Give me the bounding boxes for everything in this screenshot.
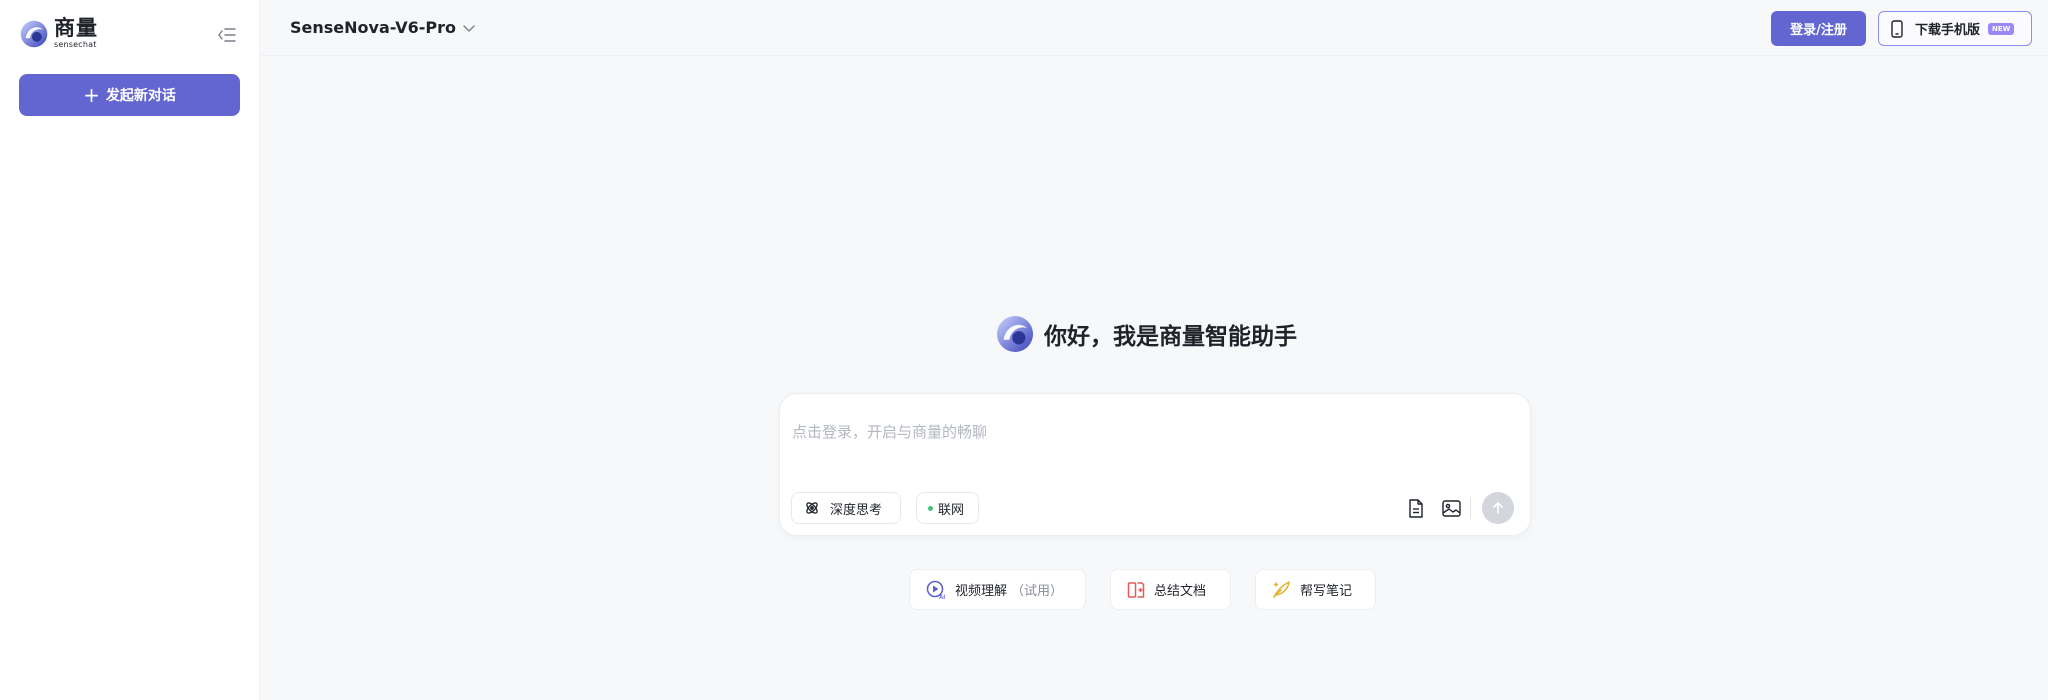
download-mobile-label: 下载手机版 <box>1915 23 1981 38</box>
suggestion-summarize-doc[interactable]: 总结文档 <box>1110 569 1231 610</box>
web-search-toggle[interactable]: 联网 <box>916 492 979 524</box>
sidebar: 商量 sensechat + 发起新对话 <box>0 0 260 700</box>
suggestion-write-notes[interactable]: 帮写笔记 <box>1255 569 1376 610</box>
status-dot-icon <box>928 505 933 511</box>
model-selector[interactable]: SenseNova-V6-Pro <box>290 18 476 37</box>
send-button[interactable] <box>1482 492 1514 524</box>
suggestion-label: 视频理解 <box>955 584 1008 599</box>
video-play-icon: AI <box>926 580 945 600</box>
file-icon <box>1409 498 1423 518</box>
brand[interactable]: 商量 sensechat <box>20 18 98 49</box>
suggestion-note: （试用） <box>1011 584 1064 599</box>
suggestion-label: 帮写笔记 <box>1300 584 1353 599</box>
sensechat-logo-icon <box>20 20 48 47</box>
new-chat-label: 发起新对话 <box>105 88 176 104</box>
greeting-text: 你好，我是商量智能助手 <box>1044 324 1297 350</box>
divider <box>1470 497 1471 519</box>
image-icon <box>1441 499 1461 517</box>
deep-think-icon <box>806 502 818 514</box>
upload-image-button[interactable] <box>1438 495 1464 521</box>
topbar: SenseNova-V6-Pro 登录/注册 下载手机版 NEW <box>260 0 2048 56</box>
greeting: 你好，我是商量智能助手 <box>996 315 1297 353</box>
quill-pen-icon <box>1273 581 1290 598</box>
collapse-sidebar-button[interactable] <box>216 24 238 46</box>
suggestion-label: 总结文档 <box>1154 584 1207 599</box>
main-area: SenseNova-V6-Pro 登录/注册 下载手机版 NEW 你好，我是商量… <box>260 0 2048 700</box>
chat-composer: 深度思考 联网 <box>779 393 1531 536</box>
login-register-button[interactable]: 登录/注册 <box>1771 11 1866 46</box>
chevron-down-icon <box>463 24 475 32</box>
collapse-sidebar-icon <box>218 28 236 42</box>
download-mobile-button[interactable]: 下载手机版 NEW <box>1878 11 2032 46</box>
model-name: SenseNova-V6-Pro <box>290 18 456 37</box>
suggestion-video-understanding[interactable]: AI 视频理解 （试用） <box>909 569 1086 610</box>
svg-text:AI: AI <box>939 595 945 600</box>
document-summary-icon <box>1127 581 1145 598</box>
deep-think-toggle[interactable]: 深度思考 <box>791 492 901 524</box>
app-root: 商量 sensechat + 发起新对话 SenseNova-V6-Pro 登录… <box>0 0 2048 700</box>
arrow-up-icon <box>1493 502 1503 514</box>
brand-name: 商量 <box>54 16 98 40</box>
login-register-label: 登录/注册 <box>1790 23 1847 38</box>
new-chat-button[interactable]: + 发起新对话 <box>19 74 240 116</box>
sensechat-logo-icon <box>996 315 1034 353</box>
brand-subtitle: sensechat <box>54 40 97 49</box>
upload-file-button[interactable] <box>1403 495 1429 521</box>
phone-icon <box>1891 19 1903 38</box>
deep-think-label: 深度思考 <box>830 502 883 518</box>
plus-icon: + <box>83 83 100 107</box>
web-search-label: 联网 <box>938 502 965 518</box>
new-badge: NEW <box>1988 22 2015 35</box>
chat-input[interactable] <box>792 420 1512 444</box>
